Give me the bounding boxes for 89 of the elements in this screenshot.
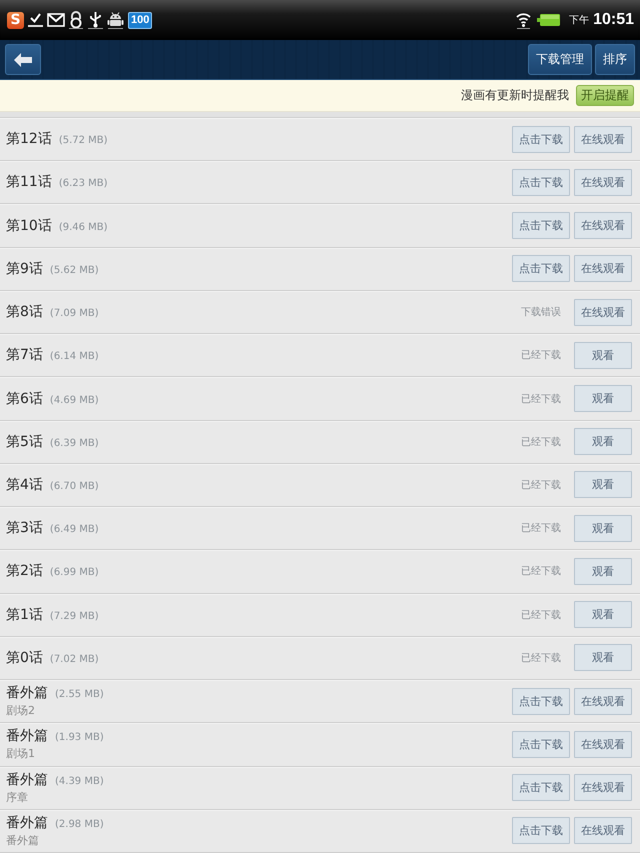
view-button[interactable]: 观看 (574, 601, 632, 628)
lock-icon (68, 11, 84, 29)
file-size: (7.09 MB) (50, 308, 99, 320)
chapter-title: 第5话 (6, 432, 43, 451)
chapter-title: 第9话 (6, 260, 43, 278)
file-size: (2.98 MB) (55, 818, 104, 830)
download-status: 下载错误 (521, 306, 561, 320)
file-size: (7.02 MB) (50, 654, 99, 665)
chapter-subtitle: 番外篇 (6, 832, 39, 848)
file-size: (6.39 MB) (50, 438, 99, 449)
view-button[interactable]: 在线观看 (574, 817, 632, 844)
download-status: 已经下载 (521, 436, 561, 449)
view-button[interactable]: 在线观看 (574, 774, 632, 802)
download-status: 已经下载 (521, 478, 561, 492)
download-button[interactable]: 点击下载 (512, 126, 570, 153)
file-size: (6.49 MB) (50, 524, 99, 536)
robot-icon (107, 11, 124, 29)
file-size: (6.70 MB) (50, 480, 99, 492)
download-status: 已经下载 (521, 652, 561, 665)
file-size: (1.93 MB) (55, 732, 104, 744)
view-button[interactable]: 在线观看 (574, 212, 632, 240)
file-size: (5.72 MB) (58, 135, 108, 146)
chapter-title: 番外篇 (6, 727, 48, 746)
chapter-subtitle: 剧场1 (6, 746, 35, 762)
time-period: 下午 (569, 14, 590, 27)
chapter-title: 第3话 (6, 519, 43, 538)
chapter-title: 第8话 (6, 303, 43, 322)
download-button[interactable]: 点击下载 (512, 730, 570, 758)
download-status: 已经下载 (521, 348, 561, 362)
view-button[interactable]: 在线观看 (574, 298, 632, 326)
file-size: (4.69 MB) (50, 394, 99, 406)
reminder-text: 漫画有更新时提醒我 (461, 87, 569, 104)
file-size: (4.39 MB) (55, 776, 104, 787)
download-status: 已经下载 (521, 564, 561, 578)
view-button[interactable]: 在线观看 (574, 168, 632, 196)
file-size: (5.62 MB) (50, 264, 99, 276)
download-status: 已经下载 (521, 392, 561, 406)
arrow-left-icon (14, 52, 32, 66)
download-button[interactable]: 点击下载 (512, 688, 570, 715)
view-button[interactable]: 观看 (574, 558, 632, 585)
clock-time: 10:51 (593, 11, 634, 29)
download-button[interactable]: 点击下载 (512, 774, 570, 802)
file-size: (6.99 MB) (50, 567, 99, 578)
chapter-title: 第1话 (6, 606, 43, 624)
enable-reminder-button[interactable]: 开启提醒 (576, 85, 634, 106)
chapter-title: 第2话 (6, 562, 43, 580)
download-done-icon (27, 11, 44, 29)
file-size: (7.29 MB) (50, 610, 99, 622)
view-button[interactable]: 观看 (574, 385, 632, 412)
chapter-title: 第6话 (6, 390, 43, 408)
chapter-subtitle: 序章 (6, 790, 28, 805)
file-size: (6.23 MB) (58, 178, 108, 190)
chapter-title: 番外篇 (6, 814, 48, 832)
chapter-title: 番外篇 (6, 770, 48, 789)
view-button[interactable]: 观看 (574, 514, 632, 542)
download-button[interactable]: 点击下载 (512, 212, 570, 240)
wifi-icon (516, 11, 532, 29)
chapter-title: 第12话 (6, 130, 52, 148)
app-logo-icon: S (7, 12, 24, 28)
download-status: 已经下载 (521, 522, 561, 536)
file-size: (6.14 MB) (50, 351, 99, 362)
view-button[interactable]: 观看 (574, 342, 632, 369)
view-button[interactable]: 观看 (574, 644, 632, 672)
back-button[interactable] (5, 44, 41, 75)
view-button[interactable]: 观看 (574, 471, 632, 498)
view-button[interactable]: 在线观看 (574, 730, 632, 758)
chapter-title: 番外篇 (6, 684, 48, 702)
mail-icon (47, 13, 65, 27)
sort-button[interactable]: 排序 (595, 44, 635, 75)
file-size: (9.46 MB) (58, 222, 108, 233)
chapter-title: 第0话 (6, 648, 43, 667)
download-button[interactable]: 点击下载 (512, 255, 570, 282)
view-button[interactable]: 在线观看 (574, 688, 632, 715)
view-button[interactable]: 在线观看 (574, 126, 632, 153)
chapter-title: 第7话 (6, 346, 43, 364)
view-button[interactable]: 在线观看 (574, 255, 632, 282)
chapter-title: 第10话 (6, 216, 52, 235)
view-button[interactable]: 观看 (574, 428, 632, 456)
battery-icon (537, 13, 562, 27)
number-badge: 100 (128, 12, 152, 28)
chapter-title: 第11话 (6, 173, 52, 192)
chapter-title: 第4话 (6, 476, 43, 494)
chapter-subtitle: 剧场2 (6, 703, 35, 718)
download-button[interactable]: 点击下载 (512, 168, 570, 196)
download-status: 已经下载 (521, 608, 561, 622)
file-size: (2.55 MB) (55, 689, 104, 700)
usb-icon (87, 11, 104, 29)
download-button[interactable]: 点击下载 (512, 817, 570, 844)
download-manager-button[interactable]: 下载管理 (528, 44, 592, 75)
